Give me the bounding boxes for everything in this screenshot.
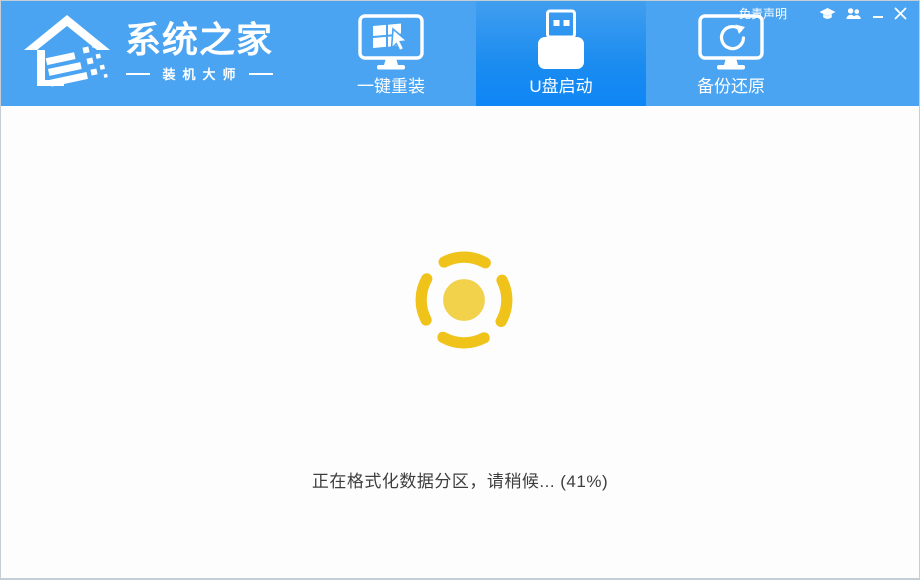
brand-logo-house-icon [24, 15, 110, 87]
brand: 系统之家 装机大师 [21, 7, 273, 95]
tab-one-key-reinstall[interactable]: 一键重装 [306, 1, 476, 106]
monitor-restore-icon [698, 14, 764, 70]
app-header: 系统之家 装机大师 一键重装 U盘启动 备份还原 免责声明 [1, 1, 919, 106]
usb-drive-icon [538, 9, 584, 69]
brand-text: 系统之家 装机大师 [125, 19, 273, 83]
status-text: 正在格式化数据分区，请稍候... (41%) [311, 472, 609, 491]
tab-label: U盘启动 [529, 77, 593, 96]
dash-right [248, 72, 273, 75]
tab-label: 一键重装 [357, 77, 425, 96]
brand-name: 系统之家 [125, 18, 274, 60]
close-icon[interactable] [894, 7, 907, 20]
users-icon[interactable] [846, 7, 862, 20]
dash-left [125, 72, 150, 75]
brand-subtitle: 装机大师 [125, 64, 273, 83]
graduation-cap-icon[interactable] [819, 7, 836, 21]
titlebar-controls: 免责声明 [739, 5, 907, 22]
tab-label: 备份还原 [697, 77, 765, 96]
tab-usb-boot[interactable]: U盘启动 [476, 1, 646, 106]
disclaimer-link[interactable]: 免责声明 [739, 5, 787, 22]
monitor-windows-cursor-icon [358, 14, 424, 70]
app-window: 系统之家 装机大师 一键重装 U盘启动 备份还原 免责声明 正在格式化数据分区，… [0, 0, 920, 580]
minimize-icon[interactable] [872, 8, 884, 20]
loading-spinner-icon [415, 251, 513, 349]
